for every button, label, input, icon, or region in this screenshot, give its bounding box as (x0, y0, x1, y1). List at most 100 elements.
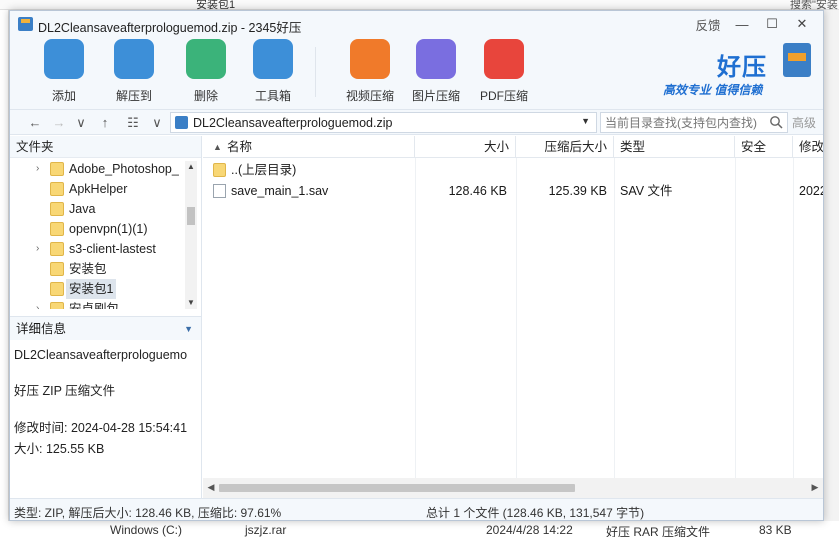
tree-item-openvpn[interactable]: openvpn(1)(1) (10, 219, 196, 239)
folder-icon (50, 262, 64, 276)
scroll-down-icon[interactable]: ▼ (185, 297, 197, 309)
back-button[interactable]: ← (26, 114, 44, 132)
row-packed-size: 125.39 KB (548, 184, 607, 198)
details-modified: 修改时间: 2024-04-28 15:54:41 (14, 421, 188, 435)
image-compress-button[interactable]: 图片压缩 (406, 39, 466, 104)
column-divider (516, 158, 517, 478)
window-title: DL2Cleansaveafterprologuemod.zip - 2345好… (38, 21, 302, 35)
folder-tree-scrollbar[interactable]: ▲ ▼ (185, 161, 197, 309)
add-icon (44, 39, 84, 79)
brand-name: 好压 (717, 54, 767, 81)
add-button[interactable]: 添加 (34, 39, 94, 104)
horizontal-scrollbar[interactable]: ◀ ▶ (203, 478, 823, 498)
folder-icon (50, 282, 64, 296)
details-file-type: 好压 ZIP 压缩文件 (14, 384, 116, 398)
brand-box-icon (783, 43, 811, 77)
video-compress-label: 视频压缩 (345, 89, 394, 103)
haozip-window: DL2Cleansaveafterprologuemod.zip - 2345好… (9, 10, 824, 521)
folder-pane-header: 文件夹 (10, 136, 201, 158)
image-compress-icon (416, 39, 456, 79)
details-file-name: DL2Cleansaveafterprologuemo (14, 348, 188, 362)
advanced-search-button[interactable]: 高级 (792, 114, 816, 131)
scroll-thumb[interactable] (219, 484, 575, 492)
feedback-button[interactable]: 反馈 (691, 14, 725, 34)
tree-item-s3-client[interactable]: › s3-client-lastest (10, 239, 196, 259)
forward-button[interactable]: → (50, 114, 68, 132)
tree-item-adobe-photoshop[interactable]: › Adobe_Photoshop_ (10, 159, 196, 179)
column-header-modified[interactable]: 修改时 (793, 136, 823, 158)
brand-logo: 好压 高效专业 值得信赖 (663, 43, 811, 101)
scroll-right-icon[interactable]: ▶ (809, 482, 821, 494)
background-file-name: jszjz.rar (245, 523, 287, 537)
column-divider (793, 158, 794, 478)
view-mode-button[interactable]: ☷ (124, 114, 142, 132)
row-name: ..(上层目录) (231, 163, 297, 177)
expand-icon[interactable]: › (36, 299, 39, 309)
search-input[interactable] (601, 113, 767, 132)
background-explorer-header: 安装包1 搜索"安装 (0, 0, 839, 11)
expand-icon[interactable]: › (36, 159, 39, 179)
expand-icon[interactable]: › (36, 239, 39, 259)
row-name: save_main_1.sav (231, 184, 329, 198)
file-icon (213, 184, 226, 198)
history-dropdown-button[interactable]: ∨ (72, 114, 90, 132)
path-dropdown-icon[interactable]: ▼ (581, 116, 590, 126)
tree-item-installers[interactable]: 安装包 (10, 259, 196, 279)
background-drive-label: Windows (C:) (110, 523, 183, 537)
tree-item-label: ApkHelper (69, 182, 128, 196)
path-field[interactable]: DL2Cleansaveafterprologuemod.zip ▼ (170, 112, 597, 133)
search-icon[interactable] (769, 115, 783, 129)
delete-icon (186, 39, 226, 79)
scroll-up-icon[interactable]: ▲ (185, 161, 197, 173)
tree-item-apkhelper[interactable]: ApkHelper (10, 179, 196, 199)
list-row-file[interactable]: save_main_1.sav 128.46 KB 125.39 KB SAV … (203, 181, 823, 201)
tree-item-android-flash[interactable]: › 安卓刷包 (10, 299, 196, 309)
view-mode-dropdown[interactable]: ∨ (148, 114, 166, 132)
pdf-compress-label: PDF压缩 (479, 89, 528, 103)
tree-item-label: Java (69, 202, 96, 216)
background-file-row[interactable]: Windows (C:) jszjz.rar 2024/4/28 14:22 好… (0, 521, 839, 537)
toolbox-icon (253, 39, 293, 79)
row-size: 128.46 KB (448, 184, 507, 198)
toolbar: 添加 解压到 删除 工具箱 视频压缩 图片压缩 PDF压缩 好压 高效专业 值得… (10, 37, 823, 109)
app-logo-icon (18, 17, 33, 31)
column-header-name[interactable]: ▲ 名称 (203, 136, 415, 158)
search-field[interactable] (600, 112, 788, 133)
column-divider (735, 158, 736, 478)
tree-item-java[interactable]: Java (10, 199, 196, 219)
list-row-parent-dir[interactable]: ..(上层目录) (203, 160, 823, 180)
column-header-security[interactable]: 安全 (735, 136, 793, 158)
folder-icon (50, 162, 64, 176)
toolbox-label: 工具箱 (254, 89, 291, 103)
sort-ascending-icon: ▲ (213, 142, 222, 152)
scroll-thumb[interactable] (187, 207, 195, 225)
folder-tree: › Adobe_Photoshop_ ApkHelper Java openvp… (10, 159, 196, 309)
tree-item-label: 安装包1 (66, 279, 117, 299)
column-divider (415, 158, 416, 478)
video-compress-button[interactable]: 视频压缩 (340, 39, 400, 104)
status-bar: 类型: ZIP, 解压后大小: 128.46 KB, 压缩比: 97.61% 总… (10, 498, 823, 520)
minimize-button[interactable]: — (729, 14, 755, 34)
column-header-packed-size[interactable]: 压缩后大小 (516, 136, 614, 158)
chevron-down-icon[interactable]: ▼ (184, 317, 193, 341)
column-header-type[interactable]: 类型 (614, 136, 735, 158)
folder-icon (50, 222, 64, 236)
toolbox-button[interactable]: 工具箱 (243, 39, 303, 104)
status-archive-info: 类型: ZIP, 解压后大小: 128.46 KB, 压缩比: 97.61% (14, 506, 282, 520)
tree-item-label: 安卓刷包 (69, 302, 120, 309)
window-controls: 反馈 — ☐ ✕ (691, 14, 815, 34)
column-header-size[interactable]: 大小 (415, 136, 516, 158)
folder-icon (50, 302, 64, 309)
scroll-left-icon[interactable]: ◀ (205, 482, 217, 494)
pdf-compress-button[interactable]: PDF压缩 (474, 39, 534, 104)
column-divider (614, 158, 615, 478)
tree-item-installers-1[interactable]: 安装包1 (10, 279, 196, 299)
close-button[interactable]: ✕ (789, 14, 815, 34)
title-bar[interactable]: DL2Cleansaveafterprologuemod.zip - 2345好… (10, 11, 823, 37)
extract-to-button[interactable]: 解压到 (104, 39, 164, 104)
details-header[interactable]: 详细信息 ▼ (10, 316, 201, 340)
maximize-button[interactable]: ☐ (759, 14, 785, 34)
delete-button[interactable]: 删除 (176, 39, 236, 104)
up-button[interactable]: ↑ (96, 114, 114, 132)
zip-file-icon (175, 116, 188, 129)
